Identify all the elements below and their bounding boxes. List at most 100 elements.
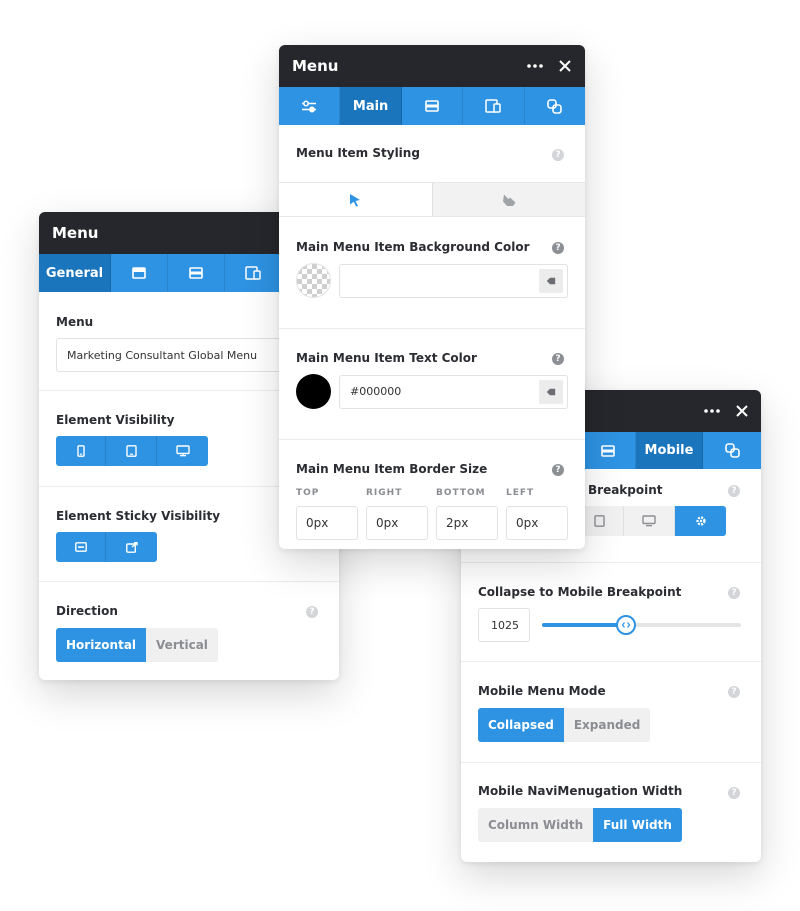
- menu-select-value: Marketing Consultant Global Menu: [67, 348, 258, 362]
- phone-icon: [76, 445, 85, 457]
- border-bottom-input[interactable]: 2px: [436, 506, 498, 540]
- close-icon[interactable]: [736, 405, 748, 417]
- text-color-clear-button[interactable]: [539, 379, 563, 404]
- gear-icon: [695, 516, 706, 526]
- desktop-icon: [175, 445, 190, 457]
- text-color-input[interactable]: #000000: [339, 374, 568, 409]
- link-icon: [724, 443, 740, 458]
- close-icon[interactable]: [559, 60, 571, 72]
- tab-layout[interactable]: [402, 87, 464, 125]
- window-minimize-icon: [74, 542, 87, 552]
- more-options-icon[interactable]: [704, 409, 720, 413]
- breakpoint-custom-button[interactable]: [675, 506, 726, 536]
- direction-vertical-option[interactable]: Vertical: [146, 628, 218, 662]
- border-right-input[interactable]: 0px: [366, 506, 428, 540]
- eraser-icon: [546, 277, 556, 284]
- collapse-value-input[interactable]: 1025: [478, 608, 530, 642]
- tab-link[interactable]: [525, 87, 585, 125]
- center-panel: Menu Main Menu Item Styling ? Main Menu …: [279, 45, 585, 549]
- direction-horizontal-option[interactable]: Horizontal: [56, 628, 147, 662]
- text-color-help-icon[interactable]: ?: [552, 353, 564, 365]
- state-subtabs: [279, 182, 585, 217]
- tab-layout[interactable]: [111, 254, 168, 292]
- collapse-value: 1025: [491, 618, 519, 632]
- drag-handle-icon: [621, 622, 630, 628]
- tab-general-label: General: [45, 265, 104, 281]
- visibility-buttons: [56, 436, 208, 466]
- direction-toggle: Horizontal Vertical: [56, 628, 218, 662]
- tab-general[interactable]: General: [39, 254, 111, 292]
- direction-help-icon[interactable]: ?: [306, 606, 318, 618]
- center-tabs: Main: [279, 87, 585, 125]
- text-color-swatch[interactable]: [296, 374, 331, 409]
- tab-devices[interactable]: [463, 87, 525, 125]
- tab-link[interactable]: [703, 432, 761, 469]
- breakpoint-help-icon[interactable]: ?: [728, 485, 740, 497]
- visibility-phone-button[interactable]: [56, 436, 106, 466]
- bg-color-help-icon[interactable]: ?: [552, 242, 564, 254]
- mode-section: Mobile Menu Mode ? Collapsed Expanded: [461, 662, 761, 763]
- link-icon: [547, 98, 563, 114]
- tablet-icon: [594, 515, 605, 527]
- tab-layout[interactable]: [581, 432, 636, 469]
- tab-layout-2[interactable]: [168, 254, 225, 292]
- width-full-option[interactable]: Full Width: [593, 808, 682, 842]
- border-left-input[interactable]: 0px: [506, 506, 568, 540]
- border-bottom-value: 2px: [446, 516, 469, 530]
- breakpoint-desktop-button[interactable]: [624, 506, 675, 536]
- mode-collapsed-option[interactable]: Collapsed: [478, 708, 564, 742]
- external-link-icon: [125, 541, 138, 553]
- text-color-section: Main Menu Item Text Color ? #000000: [279, 329, 585, 440]
- border-help-icon[interactable]: ?: [552, 464, 564, 476]
- collapse-label: Collapse to Mobile Breakpoint: [478, 585, 682, 599]
- visibility-tablet-button[interactable]: [106, 436, 157, 466]
- desktop-icon: [642, 515, 656, 527]
- bg-color-clear-button[interactable]: [539, 268, 563, 293]
- collapse-slider-track[interactable]: [542, 615, 741, 635]
- width-help-icon[interactable]: ?: [728, 787, 740, 799]
- tab-mobile[interactable]: Mobile: [636, 432, 703, 469]
- visibility-desktop-button[interactable]: [157, 436, 208, 466]
- mode-toggle: Collapsed Expanded: [478, 708, 651, 742]
- text-color-row: #000000: [296, 374, 568, 409]
- direction-section: Direction ? Horizontal Vertical: [39, 582, 339, 662]
- sticky-buttons: [56, 532, 157, 562]
- tablet-icon: [125, 445, 137, 457]
- sticky-external-button[interactable]: [106, 532, 157, 562]
- border-top-label: TOP: [296, 488, 320, 498]
- tab-devices[interactable]: [225, 254, 282, 292]
- devices-icon: [485, 99, 502, 113]
- border-top-input[interactable]: 0px: [296, 506, 358, 540]
- bg-color-section: Main Menu Item Background Color ?: [279, 218, 585, 329]
- collapse-section: Collapse to Mobile Breakpoint ? 1025: [461, 563, 761, 662]
- mode-expanded-option[interactable]: Expanded: [563, 708, 651, 742]
- tab-sliders[interactable]: [279, 87, 341, 125]
- border-right-label: RIGHT: [366, 488, 403, 498]
- border-bottom-label: BOTTOM: [436, 488, 486, 498]
- mode-label: Mobile Menu Mode: [478, 684, 606, 698]
- more-options-icon[interactable]: [527, 64, 543, 68]
- collapse-slider-handle[interactable]: [615, 615, 636, 635]
- collapse-slider-fill: [542, 623, 626, 627]
- bg-color-input[interactable]: [339, 263, 568, 298]
- sticky-minimize-button[interactable]: [56, 532, 106, 562]
- subtab-hover-state[interactable]: [431, 183, 585, 216]
- styling-help-icon[interactable]: ?: [552, 149, 564, 161]
- layout-icon: [601, 444, 615, 457]
- border-left-col: LEFT 0px: [506, 488, 568, 540]
- center-titlebar: Menu: [279, 45, 585, 87]
- bg-color-label: Main Menu Item Background Color: [296, 240, 530, 254]
- mode-help-icon[interactable]: ?: [728, 686, 740, 698]
- collapse-help-icon[interactable]: ?: [728, 587, 740, 599]
- layout-icon: [132, 267, 146, 279]
- text-color-label: Main Menu Item Text Color: [296, 351, 477, 365]
- width-section: Mobile NaviMenugation Width ? Column Wid…: [461, 763, 761, 842]
- eraser-icon: [546, 388, 556, 395]
- center-title-icons: [527, 60, 571, 72]
- subtab-default-state[interactable]: [279, 183, 432, 216]
- width-column-option[interactable]: Column Width: [478, 808, 594, 842]
- bg-color-swatch[interactable]: [296, 263, 331, 298]
- tab-main[interactable]: Main: [340, 87, 402, 125]
- right-title-icons: [704, 405, 748, 417]
- sliders-icon: [302, 100, 317, 112]
